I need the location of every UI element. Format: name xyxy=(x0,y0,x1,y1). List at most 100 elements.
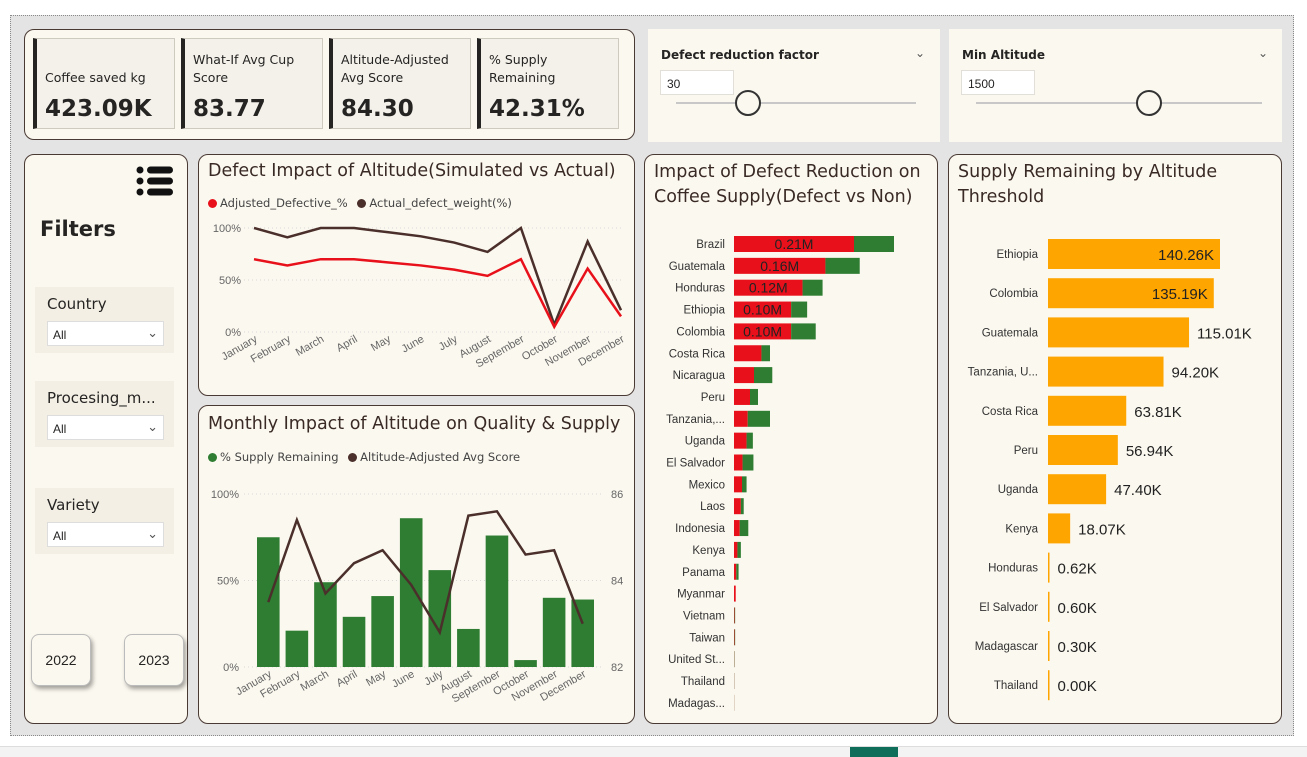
nondefect-bar xyxy=(739,520,749,537)
data-label: 140.26K xyxy=(1158,247,1214,264)
filters-panel: Filters Country All ⌄ Procesing_m... All… xyxy=(24,154,188,724)
chevron-down-icon: ⌄ xyxy=(147,325,158,340)
supply-bar xyxy=(399,518,423,667)
defect-line-chart: 100%50%0%JanuaryFebruary March April May Jun… xyxy=(213,223,627,371)
y-tick-label: 100% xyxy=(211,489,239,501)
nondefect-bar xyxy=(734,629,736,646)
defect-bar xyxy=(734,410,748,427)
filters-title: Filters xyxy=(40,217,116,241)
legend-item[interactable]: Altitude-Adjusted Avg Score xyxy=(348,450,520,464)
supply-bar xyxy=(342,616,366,667)
supply-bar xyxy=(1048,631,1050,661)
nondefect-bar xyxy=(746,432,753,449)
category-label: Indonesia xyxy=(675,523,725,535)
nondefect-bar xyxy=(750,388,758,405)
chevron-down-icon[interactable]: ⌄ xyxy=(915,46,925,60)
chevron-down-icon: ⌄ xyxy=(147,419,158,434)
nondefect-bar xyxy=(754,367,773,384)
slider-thumb[interactable] xyxy=(1136,90,1162,116)
chevron-down-icon[interactable]: ⌄ xyxy=(1258,46,1268,60)
data-label: 0.60K xyxy=(1058,600,1097,617)
legend-label: % Supply Remaining xyxy=(220,450,339,464)
defect-bar xyxy=(734,541,738,558)
category-label: Myanmar xyxy=(677,589,725,601)
data-label: 94.20K xyxy=(1172,365,1220,382)
slider-track[interactable] xyxy=(976,102,1262,104)
supply-by-altitude-chart-panel: Supply Remaining by Altitude Threshold E… xyxy=(948,154,1282,724)
defect-factor-input[interactable]: 30 xyxy=(660,70,734,95)
defect-bar xyxy=(734,454,743,471)
variety-dropdown[interactable]: All ⌄ xyxy=(47,522,164,547)
variety-filter: Variety All ⌄ xyxy=(35,488,174,554)
category-label: Madagas... xyxy=(668,698,725,710)
category-label: Costa Rica xyxy=(982,406,1039,418)
supply-bar xyxy=(571,599,594,667)
slider-thumb[interactable] xyxy=(735,90,761,116)
slider-track[interactable] xyxy=(676,102,916,104)
supply-bar xyxy=(542,597,566,667)
nondefect-bar xyxy=(734,607,736,624)
kpi-panel: Coffee saved kg 423.09K What-If Avg Cup … xyxy=(24,29,635,140)
category-label: Thailand xyxy=(681,676,725,688)
x-tick-label: March xyxy=(294,333,326,359)
data-label: 0.10M xyxy=(743,302,782,318)
kpi-card-altitude-score[interactable]: Altitude-Adjusted Avg Score 84.30 xyxy=(329,38,471,129)
category-label: Kenya xyxy=(692,545,725,557)
year-2022-button[interactable]: 2022 xyxy=(31,634,91,686)
y2-tick-label: 82 xyxy=(611,662,623,674)
country-dropdown[interactable]: All ⌄ xyxy=(47,321,164,346)
y2-tick-label: 84 xyxy=(611,576,623,588)
menu-list-icon[interactable] xyxy=(136,165,174,202)
data-label: 0.21M xyxy=(775,236,814,252)
nondefect-bar xyxy=(742,476,747,493)
year-2023-button[interactable]: 2023 xyxy=(124,634,184,686)
kpi-label: Coffee saved kg xyxy=(45,70,146,85)
x-tick-label: May xyxy=(369,333,393,354)
processing-filter: Procesing_m... All ⌄ xyxy=(35,381,174,447)
nondefect-bar xyxy=(737,541,741,558)
category-label: Tanzania, U... xyxy=(968,367,1038,379)
category-label: Peru xyxy=(701,392,725,404)
nondefect-bar xyxy=(825,257,860,274)
category-label: Panama xyxy=(682,567,725,579)
x-tick-label: June xyxy=(400,333,427,355)
category-label: Uganda xyxy=(685,436,726,448)
category-label: Guatemala xyxy=(669,261,726,273)
defect-bar xyxy=(734,520,740,537)
data-label: 63.81K xyxy=(1134,404,1182,421)
category-label: Laos xyxy=(700,501,725,513)
defect-factor-slicer: Defect reduction factor ⌄ 30 xyxy=(648,29,940,142)
category-label: Colombia xyxy=(989,288,1038,300)
min-altitude-input[interactable]: 1500 xyxy=(961,70,1035,95)
report-canvas: Coffee saved kg 423.09K What-If Avg Cup … xyxy=(10,15,1294,736)
data-label: 18.07K xyxy=(1078,521,1126,538)
category-label: Nicaragua xyxy=(673,370,726,382)
supply-bar xyxy=(1048,513,1071,544)
active-tab-indicator[interactable] xyxy=(850,747,898,757)
chart-title: Defect Impact of Altitude(Simulated vs A… xyxy=(208,161,616,181)
defect-bar xyxy=(734,563,737,580)
nondefect-bar xyxy=(802,279,823,296)
category-label: Thailand xyxy=(994,680,1038,692)
legend-item[interactable]: % Supply Remaining xyxy=(208,450,339,464)
nondefect-bar xyxy=(736,563,739,580)
defect-bar xyxy=(734,585,736,602)
category-label: Madagascar xyxy=(975,641,1038,653)
monthly-combo-chart: 100% 8650% 840% 82JanuaryFebruaryMarch April… xyxy=(211,489,623,706)
supply-bar xyxy=(1048,474,1107,505)
kpi-card-supply-remaining[interactable]: % Supply Remaining 42.31% xyxy=(477,38,619,129)
kpi-card-coffee-saved[interactable]: Coffee saved kg 423.09K xyxy=(33,38,175,129)
category-label: Colombia xyxy=(676,326,725,338)
nondefect-bar xyxy=(791,323,816,340)
defect-bar xyxy=(734,498,741,515)
kpi-value: 84.30 xyxy=(341,96,414,122)
y-tick-label: 0% xyxy=(223,662,239,674)
kpi-card-whatif-score[interactable]: What-If Avg Cup Score 83.77 xyxy=(181,38,323,129)
category-label: Tanzania,... xyxy=(666,414,725,426)
supply-bar xyxy=(485,535,509,667)
kpi-label: % Supply Remaining xyxy=(489,52,556,85)
data-label: 0.16M xyxy=(760,258,799,274)
category-label: Ethiopia xyxy=(683,305,725,317)
defect-bar xyxy=(734,629,735,646)
processing-dropdown[interactable]: All ⌄ xyxy=(47,415,164,440)
